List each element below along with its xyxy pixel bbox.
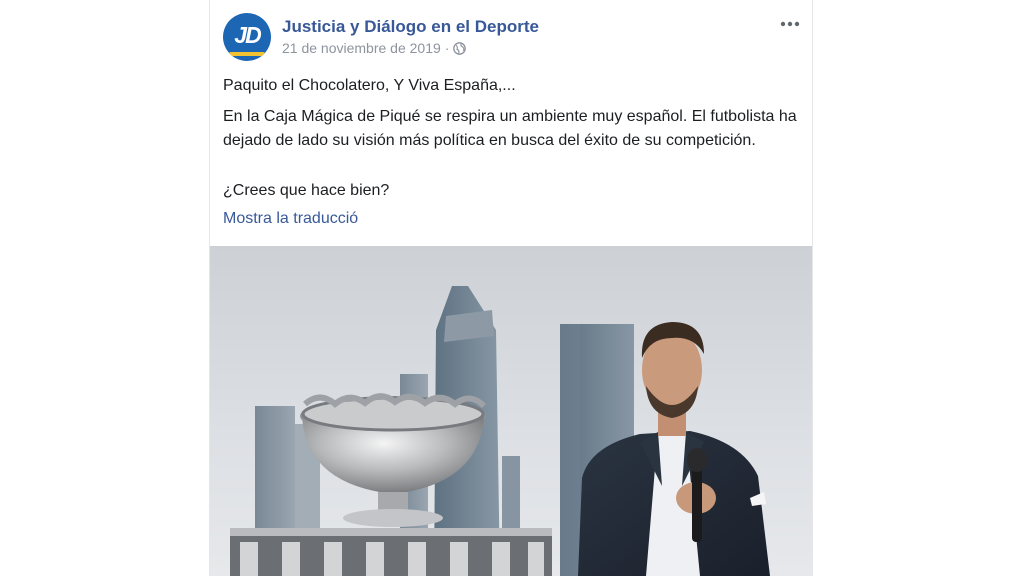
page-avatar[interactable]: JD	[223, 13, 271, 61]
post-header: JD Justicia y Diálogo en el Deporte 21 d…	[210, 0, 812, 70]
avatar-initials: JD	[234, 22, 261, 48]
meta-separator: ·	[444, 40, 450, 56]
see-translation-link[interactable]: Mostra la traducció	[223, 210, 358, 228]
post-text-paragraph: En la Caja Mágica de Piqué se respira un…	[223, 108, 797, 149]
post-meta: 21 de noviembre de 2019 ·	[282, 40, 467, 56]
post-photo-image	[210, 246, 812, 576]
globe-icon[interactable]	[453, 41, 467, 55]
page-name-link[interactable]: Justicia y Diálogo en el Deporte	[282, 17, 539, 37]
post-text-line1: Paquito el Chocolatero, Y Viva España,..…	[223, 77, 516, 94]
more-options-icon[interactable]	[778, 14, 802, 34]
avatar-accent-stripe	[229, 52, 265, 56]
post-photo[interactable]	[210, 246, 812, 576]
facebook-post: JD Justicia y Diálogo en el Deporte 21 d…	[209, 0, 813, 576]
post-text-question: ¿Crees que hace bien?	[223, 182, 390, 199]
post-date[interactable]: 21 de noviembre de 2019	[282, 40, 441, 56]
